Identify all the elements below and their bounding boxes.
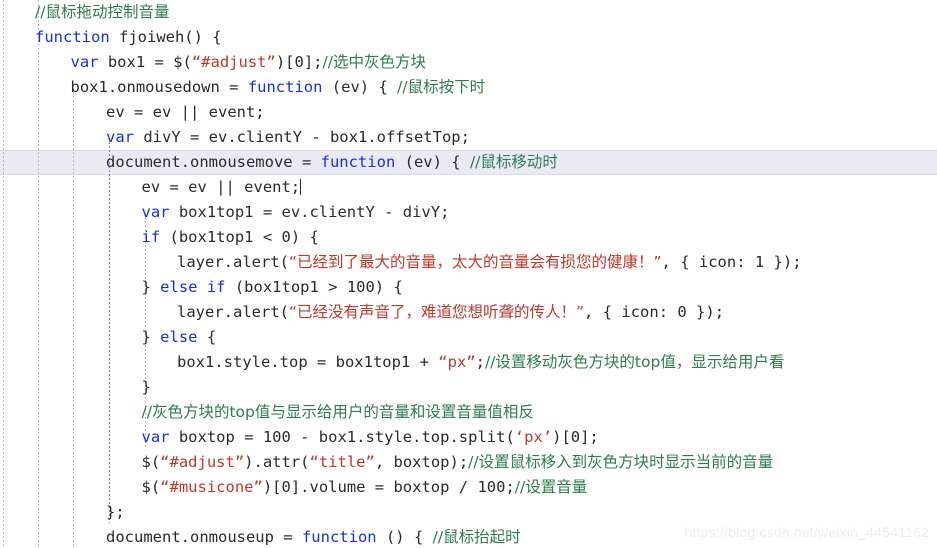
- code-token-plain: }: [141, 378, 151, 396]
- code-token-plain: ev = ev || event;: [141, 178, 301, 196]
- code-token-str: ‘px’: [514, 428, 553, 446]
- code-line[interactable]: var boxtop = 100 - box1.style.top.split(…: [0, 425, 937, 450]
- text-cursor: [300, 179, 302, 195]
- code-line[interactable]: ev = ev || event;: [0, 175, 937, 200]
- code-line[interactable]: var divY = ev.clientY - box1.offsetTop;: [0, 125, 937, 150]
- code-line[interactable]: box1.onmousedown = function (ev) { //鼠标按…: [0, 75, 937, 100]
- code-token-kw: var: [106, 128, 134, 146]
- code-token-plain: (ev) {: [322, 78, 398, 96]
- code-token-plain: ev = ev || event;: [106, 103, 265, 121]
- code-token-plain: ).attr(: [244, 453, 310, 471]
- code-line[interactable]: };: [0, 500, 937, 525]
- code-token-kw: else: [160, 328, 198, 346]
- code-token-plain: (ev) {: [395, 153, 470, 171]
- code-content[interactable]: //鼠标拖动控制音量 function fjoiweh() {var box1 =…: [0, 0, 937, 548]
- code-line[interactable]: layer.alert(“已经到了最大的音量，太大的音量会有损您的健康！”, {…: [0, 250, 937, 275]
- code-line[interactable]: } else if (box1top1 > 100) {: [0, 275, 937, 300]
- code-line[interactable]: ev = ev || event;: [0, 100, 937, 125]
- code-token-str: “title”: [309, 453, 375, 471]
- code-token-plain: }: [141, 328, 161, 346]
- code-token-plain: box1.style.top = box1top1 +: [177, 353, 439, 371]
- code-token-plain: )[0].volume = boxtop / 100;: [262, 478, 515, 496]
- code-token-cmt: //灰色方块的top值与显示给用户的音量和设置音量值相反: [141, 403, 534, 421]
- code-token-cmt: //鼠标按下时: [397, 78, 486, 96]
- code-token-plain: $(: [141, 453, 161, 471]
- code-token-kw: function: [247, 78, 323, 96]
- code-line[interactable]: if (box1top1 < 0) {: [0, 225, 937, 250]
- code-token-kw: function: [35, 28, 110, 46]
- code-token-plain: $(: [141, 478, 161, 496]
- code-token-str: “#adjust”: [191, 53, 276, 71]
- code-line[interactable]: document.onmousemove = function (ev) { /…: [0, 150, 937, 175]
- code-token-str: “#musicone”: [160, 478, 263, 496]
- code-token-plain: };: [106, 503, 125, 521]
- code-token-kw: function: [320, 153, 396, 171]
- code-token-plain: , { icon: 0 });: [584, 303, 725, 321]
- code-token-plain: , { icon: 1 });: [661, 253, 802, 271]
- code-line[interactable]: layer.alert(“已经没有声音了，难道您想听聋的传人！”, { icon…: [0, 300, 937, 325]
- code-token-plain: box1top1 = ev.clientY - divY;: [169, 203, 450, 221]
- code-line[interactable]: var box1 = $(“#adjust”)[0];//选中灰色方块: [0, 50, 937, 75]
- code-token-plain: document.onmouseup =: [106, 528, 302, 546]
- watermark-text: https://blog.csdn.net/weixin_44541162: [684, 524, 929, 540]
- code-token-plain: }: [141, 278, 161, 296]
- code-line[interactable]: $(“#adjust”).attr(“title”, boxtop);//设置鼠…: [0, 450, 937, 475]
- code-line[interactable]: }: [0, 375, 937, 400]
- code-token-kw: var: [141, 203, 170, 221]
- code-token-str: “#adjust”: [160, 453, 245, 471]
- code-token-plain: ;: [475, 353, 485, 371]
- code-token-cmt: //选中灰色方块: [322, 53, 426, 71]
- code-line[interactable]: function fjoiweh() {: [0, 25, 937, 50]
- code-token-kw: if: [141, 228, 161, 246]
- code-token-str: “px”: [438, 353, 476, 371]
- code-line[interactable]: } else {: [0, 325, 937, 350]
- code-token-plain: (box1top1 < 0) {: [160, 228, 319, 246]
- code-token-plain: {: [197, 328, 217, 346]
- code-token-plain: box1 = $(: [98, 53, 192, 71]
- code-token-plain: (box1top1 > 100) {: [225, 278, 403, 296]
- code-token-plain: layer.alert(: [177, 303, 289, 321]
- code-token-plain: boxtop = 100 - box1.style.top.split(: [169, 428, 515, 446]
- code-token-plain: box1.onmousedown =: [70, 78, 248, 96]
- code-token-str: “已经没有声音了，难道您想听聋的传人！”: [288, 303, 585, 321]
- code-token-kw: else if: [160, 278, 226, 296]
- code-token-plain: document.onmousemove =: [106, 153, 321, 171]
- code-token-plain: )[0];: [552, 428, 599, 446]
- code-token-plain: () {: [376, 528, 433, 546]
- code-token-cmt: //鼠标抬起时: [432, 528, 521, 546]
- code-token-plain: fjoiweh() {: [109, 28, 222, 46]
- code-token-cmt: //设置音量: [514, 478, 588, 496]
- code-token-plain: layer.alert(: [177, 253, 289, 271]
- code-token-cmt: //鼠标移动时: [469, 153, 558, 171]
- code-token-kw: var: [141, 428, 170, 446]
- code-line[interactable]: //灰色方块的top值与显示给用户的音量和设置音量值相反: [0, 400, 937, 425]
- code-token-cmt: //设置鼠标移入到灰色方块时显示当前的音量: [468, 453, 774, 471]
- code-token-cmt: //设置移动灰色方块的top值，显示给用户看: [484, 353, 785, 371]
- code-token-plain: divY = ev.clientY - box1.offsetTop;: [134, 128, 470, 146]
- code-line[interactable]: //鼠标拖动控制音量: [0, 0, 937, 25]
- code-token-kw: function: [301, 528, 377, 546]
- code-line[interactable]: $(“#musicone”)[0].volume = boxtop / 100;…: [0, 475, 937, 500]
- code-token-cmt: //鼠标拖动控制音量: [35, 3, 170, 21]
- code-editor[interactable]: //鼠标拖动控制音量 function fjoiweh() {var box1 =…: [0, 0, 937, 548]
- code-token-plain: )[0];: [275, 53, 323, 71]
- code-token-str: “已经到了最大的音量，太大的音量会有损您的健康！”: [288, 253, 662, 271]
- code-token-kw: var: [70, 53, 99, 71]
- code-line[interactable]: var box1top1 = ev.clientY - divY;: [0, 200, 937, 225]
- code-line[interactable]: box1.style.top = box1top1 + “px”;//设置移动灰…: [0, 350, 937, 375]
- code-token-plain: , boxtop);: [374, 453, 469, 471]
